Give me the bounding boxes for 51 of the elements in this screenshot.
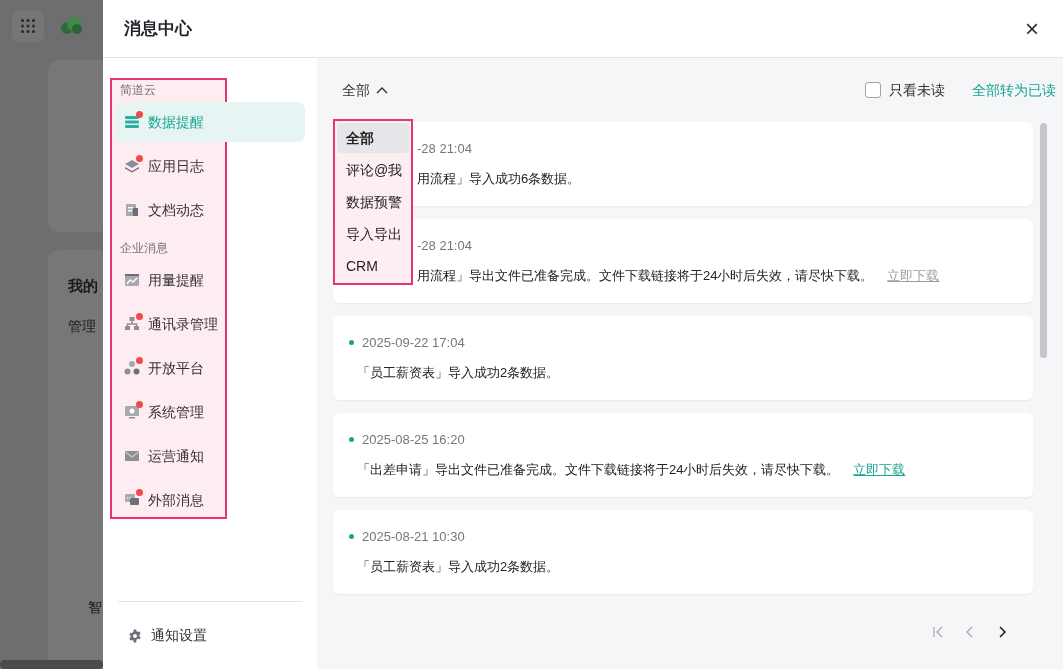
grid-icon [20,18,36,34]
filter-dropdown[interactable]: 全部 [342,79,388,101]
sidebar-item[interactable]: 应用日志 [115,146,305,186]
document-icon [124,202,140,218]
group-label: 简道云 [120,82,156,99]
settings-button[interactable]: 通知设置 [128,625,207,646]
sidebar-item[interactable]: 通讯录管理 [115,304,305,344]
chevron-up-icon [376,86,388,94]
message-time: 2025-09-22 17:04 [362,334,465,352]
checkbox-label: 只看未读 [889,80,945,100]
sidebar-item[interactable]: 外部消息 [115,480,305,520]
checkbox[interactable] [865,82,881,98]
layers-icon [124,158,140,174]
background-text: 智 [88,598,102,617]
sidebar-item[interactable]: 用量提醒 [115,260,305,300]
org-chart-icon [124,316,140,332]
message-text: 「员工薪资表」导入成功2条数据。 [357,557,560,576]
message-time: 2025-08-25 16:20 [362,431,465,449]
menu-option[interactable]: 导入导出 [337,219,409,249]
scrollbar-thumb[interactable] [1040,123,1047,358]
envelope-icon [124,448,140,464]
first-page-icon [931,624,945,639]
message-text: 「员工薪资表」导入成功2条数据。 [357,363,560,382]
monitor-icon [124,404,140,420]
nodes-icon [124,360,140,376]
chat-icon [124,492,140,508]
sidebar-item[interactable]: 开放平台 [115,348,305,388]
menu-option[interactable]: 评论@我 [337,155,409,185]
message-time: 2025-08-21 10:30 [362,528,465,546]
settings-icon [128,628,142,643]
sidebar-item[interactable]: 文档动态 [115,190,305,230]
background-text: 管理 [68,317,96,336]
group-label: 企业消息 [120,240,168,257]
stack-icon [124,114,140,130]
horizontal-scrollbar[interactable] [0,660,103,669]
sidebar-item[interactable]: 运营通知 [115,436,305,476]
sidebar-item[interactable]: 系统管理 [115,392,305,432]
background-text: 我的 [68,276,98,296]
message-time: -28 21:04 [417,237,472,255]
chart-icon [124,272,140,288]
menu-option[interactable]: 数据预警 [337,187,409,217]
menu-option[interactable]: CRM [337,251,409,281]
cloud-logo-icon [60,17,83,35]
message-time: -28 21:04 [417,140,472,158]
drawer-title: 消息中心 [124,17,192,40]
message-text: 用流程」导入成功6条数据。 [417,169,581,188]
message-text: 「出差申请」导出文件已准备完成。文件下载链接将于24小时后失效，请尽快下载。 [357,460,840,479]
close-button[interactable]: × [1025,16,1039,41]
menu-option[interactable]: 全部 [337,123,409,153]
apps-button[interactable] [12,10,44,42]
message-text: 用流程」导出文件已准备完成。文件下载链接将于24小时后失效，请尽快下载。 [417,266,874,285]
